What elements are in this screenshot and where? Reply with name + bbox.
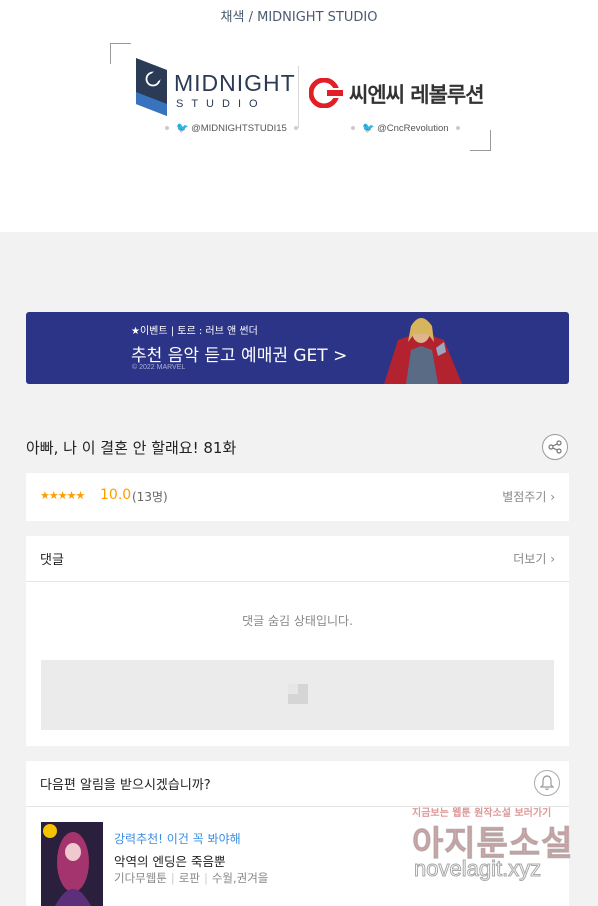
notify-bell-button[interactable] (534, 770, 560, 796)
event-banner[interactable]: ★이벤트 | 토르 : 러브 앤 썬더 추천 음악 듣고 예매권 GET > ©… (26, 312, 569, 384)
ad-placeholder[interactable] (41, 660, 554, 730)
twitter-icon: 🐦 (176, 123, 189, 134)
image-placeholder-icon (288, 684, 308, 704)
midnight-logo-wordmark: MIDNIGHT (174, 70, 296, 96)
cnc-twitter-handle[interactable]: 🐦 @CncRevolution (344, 123, 467, 134)
logo-divider (298, 66, 299, 128)
rating-card: ★★★★★ 10.0 (13명) 별점주기 › (26, 473, 569, 521)
share-button[interactable] (542, 434, 568, 460)
notify-card: 다음편 알림을 받으시겠습니까? 강력추천! 이건 꼭 봐야해 악역의 엔딩은 … (26, 761, 569, 906)
thor-illustration-icon (384, 318, 462, 384)
notify-title: 다음편 알림을 받으시겠습니까? (40, 778, 211, 793)
midnight-studio-logo-icon (136, 58, 167, 116)
comments-title: 댓글 (40, 553, 64, 568)
recommended-thumbnail[interactable] (41, 822, 103, 906)
credits-panel: 채색 / MIDNIGHT STUDIO MIDNIGHT STUDIO 🐦 @… (0, 0, 598, 232)
share-icon (548, 440, 562, 454)
banner-title: 추천 음악 듣고 예매권 GET > (131, 346, 348, 366)
banner-copyright: © 2022 MARVEL (132, 364, 186, 371)
rating-count: (13명) (132, 490, 168, 504)
studio-logo-wordmark: STUDIO (176, 98, 266, 110)
bell-icon (540, 775, 554, 791)
cnc-logo-wordmark: 씨엔씨 레볼루션 (349, 83, 485, 107)
comments-hidden-message: 댓글 숨김 상태입니다. (242, 614, 353, 628)
frame-corner-bottom-right (470, 130, 491, 151)
cnc-revolution-logo-icon (309, 78, 345, 108)
recommended-title[interactable]: 악역의 엔딩은 죽음뿐 (114, 851, 225, 870)
coloring-credit: 채색 / MIDNIGHT STUDIO (220, 10, 378, 25)
comments-header: 댓글 더보기 › (26, 536, 569, 582)
episode-title: 아빠, 나 이 결혼 안 할래요! 81화 (26, 439, 237, 457)
midnight-twitter-handle[interactable]: 🐦 @MIDNIGHTSTUDI15 (158, 123, 305, 134)
recommend-label: 강력추천! 이건 꼭 봐야해 (114, 832, 241, 846)
recommended-meta: 기다무웹툰 | 로판 | 수월,권겨을 (114, 871, 269, 885)
clock-icon (43, 824, 57, 838)
comments-more-link[interactable]: 더보기 › (513, 550, 555, 567)
notify-header: 다음편 알림을 받으시겠습니까? (26, 761, 569, 807)
rate-button[interactable]: 별점주기 › (502, 488, 555, 505)
comments-card: 댓글 더보기 › 댓글 숨김 상태입니다. (26, 536, 569, 746)
twitter-icon: 🐦 (362, 123, 375, 134)
banner-subtitle: ★이벤트 | 토르 : 러브 앤 썬더 (131, 326, 258, 337)
rating-score: 10.0 (100, 487, 132, 503)
star-rating: ★★★★★ (40, 489, 85, 502)
frame-corner-top-left (110, 43, 131, 64)
